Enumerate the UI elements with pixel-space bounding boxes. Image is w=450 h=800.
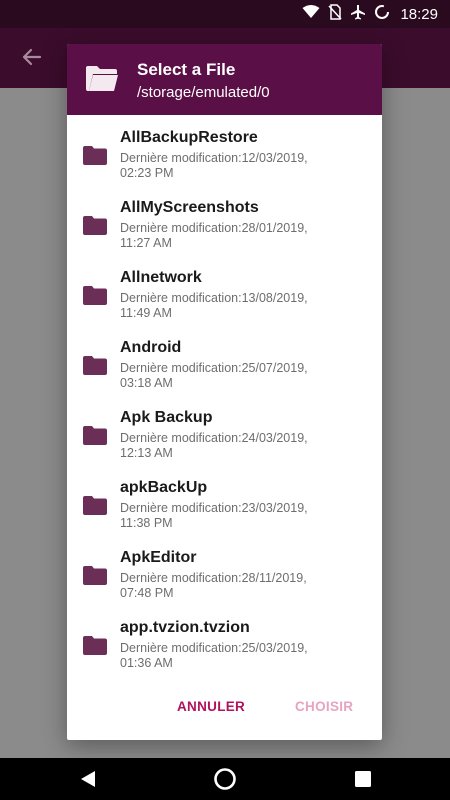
file-name: AllBackupRestore <box>120 129 258 146</box>
current-path: /storage/emulated/0 <box>137 84 270 101</box>
recents-square-icon[interactable] <box>351 767 375 791</box>
back-arrow-icon[interactable] <box>20 46 42 73</box>
battery-loading-icon <box>374 4 390 25</box>
file-modified: Dernière modification:23/03/2019, 11:38 … <box>120 501 308 530</box>
folder-icon <box>83 356 107 380</box>
file-modified: Dernière modification:25/07/2019, 03:18 … <box>120 361 308 390</box>
status-icons: 18:29 <box>302 3 438 25</box>
list-item[interactable]: Allnetwork Dernière modification:13/08/2… <box>67 255 382 325</box>
navigation-bar <box>0 758 450 800</box>
airplane-icon <box>350 4 366 25</box>
dialog-title: Select a File <box>137 60 236 79</box>
file-modified: Dernière modification:24/03/2019, 12:13 … <box>120 431 308 460</box>
file-name: ApkEditor <box>120 549 197 566</box>
wifi-icon <box>302 4 320 24</box>
file-modified: Dernière modification:25/03/2019, 01:36 … <box>120 641 308 670</box>
status-time: 18:29 <box>400 5 438 23</box>
file-name: AllMyScreenshots <box>120 199 259 216</box>
list-item[interactable]: app.tvzion.tvzion Dernière modification:… <box>67 605 382 675</box>
list-item[interactable]: ApkEditor Dernière modification:28/11/20… <box>67 535 382 605</box>
folder-icon <box>83 566 107 590</box>
folder-icon <box>83 426 107 450</box>
dialog-header: Select a File /storage/emulated/0 <box>67 44 382 115</box>
folder-icon <box>83 146 107 170</box>
file-list[interactable]: AllBackupRestore Dernière modification:1… <box>67 115 382 675</box>
file-modified: Dernière modification:13/08/2019, 11:49 … <box>120 291 308 320</box>
file-name: apkBackUp <box>120 479 208 496</box>
list-item[interactable]: Android Dernière modification:25/07/2019… <box>67 325 382 395</box>
dialog-actions: ANNULER CHOISIR <box>67 674 382 740</box>
status-bar: 18:29 <box>0 0 450 28</box>
folder-open-icon <box>85 65 119 98</box>
back-triangle-icon[interactable] <box>76 767 100 791</box>
list-item[interactable]: AllBackupRestore Dernière modification:1… <box>67 115 382 185</box>
file-name: Allnetwork <box>120 269 202 286</box>
home-circle-icon[interactable] <box>213 767 237 791</box>
no-sim-icon <box>328 3 343 25</box>
folder-icon <box>83 216 107 240</box>
file-name: Apk Backup <box>120 409 213 426</box>
file-modified: Dernière modification:28/01/2019, 11:27 … <box>120 221 308 250</box>
list-item[interactable]: Apk Backup Dernière modification:24/03/2… <box>67 395 382 465</box>
folder-icon <box>83 496 107 520</box>
file-name: app.tvzion.tvzion <box>120 619 250 636</box>
file-modified: Dernière modification:12/03/2019, 02:23 … <box>120 151 308 180</box>
folder-icon <box>83 286 107 310</box>
cancel-button[interactable]: ANNULER <box>173 693 249 720</box>
list-item[interactable]: AllMyScreenshots Dernière modification:2… <box>67 185 382 255</box>
file-name: Android <box>120 339 182 356</box>
file-modified: Dernière modification:28/11/2019, 07:48 … <box>120 571 307 600</box>
list-item[interactable]: apkBackUp Dernière modification:23/03/20… <box>67 465 382 535</box>
choose-button[interactable]: CHOISIR <box>291 693 357 720</box>
folder-icon <box>83 636 107 660</box>
screen: 18:29 Select a File /storage/emulated/0 <box>0 0 450 800</box>
file-picker-dialog: Select a File /storage/emulated/0 AllBac… <box>67 44 382 740</box>
